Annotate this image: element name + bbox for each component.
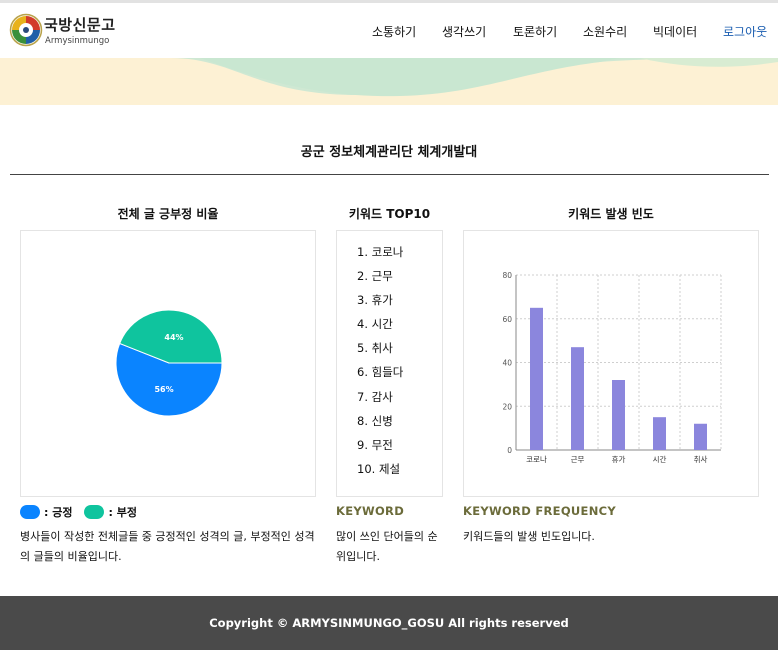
bar-x-tick-label: 시간 — [653, 454, 667, 464]
brand-subtitle: Armysinmungo — [45, 36, 110, 46]
legend-positive-swatch — [20, 505, 40, 519]
sentiment-pie-chart: 56% 44% — [115, 309, 223, 417]
keyword-item: 4. 시간 — [357, 317, 393, 332]
brand-name[interactable]: 국방신문고 — [44, 14, 116, 35]
frequency-title: 키워드 발생 빈도 — [568, 207, 654, 221]
bar-취사[interactable] — [694, 423, 707, 450]
bar-y-tick-label: 40 — [502, 359, 512, 368]
keywords-title: 키워드 TOP10 — [348, 207, 431, 221]
bar-근무[interactable] — [571, 347, 584, 450]
bar-y-tick-label: 60 — [502, 315, 512, 324]
nav-write[interactable]: 생각쓰기 — [442, 23, 486, 40]
keyword-item: 9. 무전 — [357, 437, 393, 452]
bar-x-tick-label: 취사 — [694, 455, 708, 464]
sentiment-title: 전체 글 긍부정 비율 — [117, 207, 219, 221]
bar-y-tick-label: 0 — [507, 446, 512, 455]
pie-value-label: 44% — [164, 333, 183, 342]
bar-휴가[interactable] — [612, 380, 625, 450]
pie-value-label: 56% — [154, 385, 173, 394]
bar-x-tick-label: 코로나 — [526, 455, 547, 464]
frequency-card: 0 20 40 60 80 코로나 근무 휴가 시간 취사 — [463, 230, 759, 497]
keywords-description: 많이 쓰인 단어들의 순위입니다. — [336, 530, 438, 563]
nav-debate[interactable]: 토론하기 — [513, 23, 557, 40]
nav-bigdata[interactable]: 빅데이터 — [653, 23, 697, 40]
bar-코로나[interactable] — [530, 307, 543, 450]
keyword-item: 8. 신병 — [357, 413, 393, 428]
bar-x-tick-label: 근무 — [571, 455, 585, 464]
sentiment-legend: : 긍정 : 부정 — [20, 504, 149, 520]
keyword-item: 1. 코로나 — [357, 245, 404, 259]
keyword-item: 6. 힘들다 — [357, 365, 404, 380]
sentiment-card: 56% 44% — [20, 230, 316, 497]
bar-시간[interactable] — [653, 417, 666, 450]
title-divider — [10, 174, 769, 175]
nav-petition[interactable]: 소원수리 — [583, 23, 627, 40]
frequency-bar-chart: 0 20 40 60 80 코로나 근무 휴가 시간 취사 — [502, 271, 722, 464]
sentiment-description: 병사들이 작성한 전체글들 중 긍정적인 성격의 글, 부정적인 성격의 글들의… — [20, 530, 315, 563]
header-banner — [0, 58, 778, 105]
bar-y-tick-label: 20 — [502, 402, 512, 411]
keyword-item: 5. 취사 — [357, 341, 393, 356]
keyword-item: 10. 제설 — [357, 461, 401, 476]
logo-icon[interactable] — [9, 13, 43, 47]
footer-copyright: Copyright © ARMYSINMUNGO_GOSU All rights… — [0, 596, 778, 650]
keyword-list: 1. 코로나 2. 근무 3. 휴가 4. 시간 5. 취사 6. 힘들다 7.… — [357, 243, 403, 484]
legend-negative-swatch — [84, 505, 105, 519]
page-title: 공군 정보체계관리단 체계개발대 — [300, 145, 478, 160]
legend-negative-label: : 부정 — [108, 506, 137, 519]
legend-positive-label: : 긍정 — [44, 506, 73, 519]
frequency-subheading: KEYWORD FREQUENCY — [463, 504, 616, 518]
logout-link[interactable]: 로그아웃 — [723, 23, 767, 40]
nav-communicate[interactable]: 소통하기 — [372, 23, 416, 40]
bar-x-tick-label: 휴가 — [612, 455, 626, 464]
bar-y-tick-label: 80 — [502, 271, 512, 280]
keywords-subheading: KEYWORD — [336, 504, 405, 518]
keyword-item: 7. 감사 — [357, 389, 393, 404]
frequency-description: 키워드들의 발생 빈도입니다. — [463, 530, 595, 543]
keyword-item: 3. 휴가 — [357, 293, 393, 308]
header: 국방신문고 Armysinmungo 소통하기 생각쓰기 토론하기 소원수리 빅… — [0, 3, 778, 58]
keyword-item: 2. 근무 — [357, 269, 393, 284]
